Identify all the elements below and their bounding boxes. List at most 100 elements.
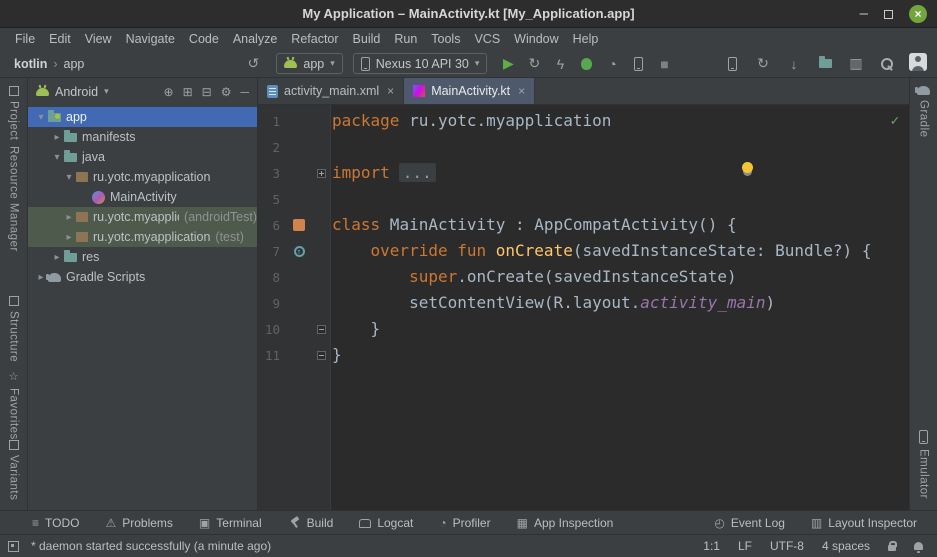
- code-line[interactable]: 7 override fun onCreate(savedInstanceSta…: [258, 238, 909, 264]
- line-number[interactable]: 8: [258, 270, 286, 285]
- close-button[interactable]: ×: [909, 5, 927, 23]
- caret-position[interactable]: 1:1: [703, 539, 720, 553]
- sync-icon[interactable]: ↺: [244, 55, 262, 72]
- menu-navigate[interactable]: Navigate: [119, 32, 182, 46]
- device-select[interactable]: Nexus 10 API 30 ▾: [353, 53, 488, 74]
- fold-gutter[interactable]: [312, 212, 330, 238]
- apply-changes-icon[interactable]: ↻: [525, 55, 543, 72]
- code-line[interactable]: 3 import...: [258, 160, 909, 186]
- code-line[interactable]: 5: [258, 186, 909, 212]
- titlebar[interactable]: My Application – MainActivity.kt [My_App…: [0, 0, 937, 28]
- gutter[interactable]: [286, 316, 312, 342]
- chevron-down-icon[interactable]: ▾: [34, 112, 48, 123]
- layout-validation-icon[interactable]: ▥: [847, 55, 865, 72]
- line-number[interactable]: 6: [258, 218, 286, 233]
- menu-edit[interactable]: Edit: [42, 32, 78, 46]
- menu-file[interactable]: File: [8, 32, 42, 46]
- line-separator[interactable]: LF: [738, 539, 752, 553]
- expand-all-icon[interactable]: ⊞: [183, 85, 193, 99]
- fold-marker-icon[interactable]: [317, 169, 326, 178]
- minimize-button[interactable]: –: [860, 9, 868, 19]
- line-number[interactable]: 2: [258, 140, 286, 155]
- fold-gutter[interactable]: [312, 134, 330, 160]
- tool-button-structure[interactable]: Structure: [0, 296, 27, 362]
- profile-avatar[interactable]: [909, 53, 927, 74]
- maximize-button[interactable]: [884, 10, 893, 19]
- close-icon[interactable]: ×: [387, 84, 394, 98]
- tree-item-res[interactable]: ▸ res: [28, 247, 257, 267]
- fold-gutter[interactable]: [312, 186, 330, 212]
- menu-tools[interactable]: Tools: [424, 32, 467, 46]
- tool-button-emulator[interactable]: Emulator: [910, 430, 937, 499]
- code-line[interactable]: 9 setContentView(R.layout.activity_main): [258, 290, 909, 316]
- fold-gutter[interactable]: [312, 160, 330, 186]
- tree-item-package-androidtest[interactable]: ▸ ru.yotc.myapplication (androidTest): [28, 207, 257, 227]
- fold-marker-icon[interactable]: [317, 325, 326, 334]
- fold-gutter[interactable]: [312, 264, 330, 290]
- gradle-sync-icon[interactable]: ↻: [754, 55, 772, 72]
- intention-bulb-icon[interactable]: [742, 162, 753, 173]
- override-method-gutter-icon[interactable]: [294, 246, 305, 257]
- menu-run[interactable]: Run: [387, 32, 424, 46]
- tool-window-switcher-icon[interactable]: [8, 541, 19, 552]
- chevron-right-icon[interactable]: ▸: [62, 212, 76, 223]
- gutter[interactable]: [286, 264, 312, 290]
- tool-button-todo[interactable]: ≡TODO: [32, 516, 79, 530]
- menu-window[interactable]: Window: [507, 32, 565, 46]
- line-number[interactable]: 9: [258, 296, 286, 311]
- tab-activity-main-xml[interactable]: activity_main.xml ×: [258, 78, 404, 104]
- code-line[interactable]: 1 package ru.yotc.myapplication: [258, 108, 909, 134]
- menu-analyze[interactable]: Analyze: [226, 32, 284, 46]
- gutter[interactable]: [286, 212, 312, 238]
- chevron-right-icon[interactable]: ▸: [50, 132, 64, 143]
- run-configuration-select[interactable]: app ▾: [276, 53, 342, 74]
- device-file-explorer-icon[interactable]: [816, 59, 834, 68]
- breadcrumb-item[interactable]: app: [64, 57, 85, 71]
- tool-button-favorites[interactable]: ☆Favorites: [0, 370, 27, 440]
- line-number[interactable]: 7: [258, 244, 286, 259]
- fold-marker-icon[interactable]: [317, 351, 326, 360]
- menu-vcs[interactable]: VCS: [467, 32, 507, 46]
- tree-item-package-test[interactable]: ▸ ru.yotc.myapplication (test): [28, 227, 257, 247]
- android-activity-gutter-icon[interactable]: [293, 219, 305, 231]
- lock-icon[interactable]: [888, 545, 896, 551]
- tool-button-resource-manager[interactable]: Resource Manager: [0, 146, 27, 252]
- tab-mainactivity-kt[interactable]: MainActivity.kt ×: [404, 78, 535, 104]
- breadcrumb-module[interactable]: kotlin: [14, 57, 47, 71]
- apply-code-changes-icon[interactable]: ϟ: [551, 56, 569, 72]
- tool-button-gradle[interactable]: Gradle: [910, 86, 937, 138]
- close-icon[interactable]: ×: [518, 84, 525, 98]
- chevron-down-icon[interactable]: ▾: [50, 152, 64, 163]
- folded-imports[interactable]: ...: [399, 163, 436, 182]
- stop-button[interactable]: ■: [655, 56, 673, 72]
- menu-help[interactable]: Help: [566, 32, 606, 46]
- fold-gutter[interactable]: [312, 316, 330, 342]
- code-line[interactable]: 2: [258, 134, 909, 160]
- tree-item-gradle-scripts[interactable]: ▸ Gradle Scripts: [28, 267, 257, 287]
- menu-build[interactable]: Build: [346, 32, 388, 46]
- gutter[interactable]: [286, 290, 312, 316]
- tool-button-build[interactable]: Build: [288, 516, 334, 530]
- code-editor[interactable]: 1 package ru.yotc.myapplication 2 3 impo…: [258, 105, 909, 510]
- menu-code[interactable]: Code: [182, 32, 226, 46]
- indent-setting[interactable]: 4 spaces: [822, 539, 870, 553]
- tool-button-logcat[interactable]: Logcat: [359, 516, 413, 530]
- code-line[interactable]: 6 class MainActivity : AppCompatActivity…: [258, 212, 909, 238]
- project-view-selector[interactable]: Android: [55, 85, 98, 99]
- gutter[interactable]: [286, 186, 312, 212]
- sdk-manager-icon[interactable]: ↓: [785, 56, 803, 72]
- chevron-down-icon[interactable]: ▾: [62, 172, 76, 183]
- tool-button-profiler[interactable]: ◔Profiler: [439, 516, 490, 530]
- search-button[interactable]: [878, 57, 896, 71]
- code-line[interactable]: 8 super.onCreate(savedInstanceState): [258, 264, 909, 290]
- menu-refactor[interactable]: Refactor: [284, 32, 345, 46]
- file-encoding[interactable]: UTF-8: [770, 539, 804, 553]
- profile-button[interactable]: ◔: [603, 56, 621, 72]
- run-button[interactable]: ▶: [499, 55, 517, 72]
- gear-icon[interactable]: ⚙: [221, 85, 232, 99]
- gutter[interactable]: [286, 342, 312, 368]
- line-number[interactable]: 11: [258, 348, 286, 363]
- tool-button-event-log[interactable]: ◴Event Log: [714, 516, 785, 530]
- debug-button[interactable]: [577, 58, 595, 70]
- menu-view[interactable]: View: [78, 32, 119, 46]
